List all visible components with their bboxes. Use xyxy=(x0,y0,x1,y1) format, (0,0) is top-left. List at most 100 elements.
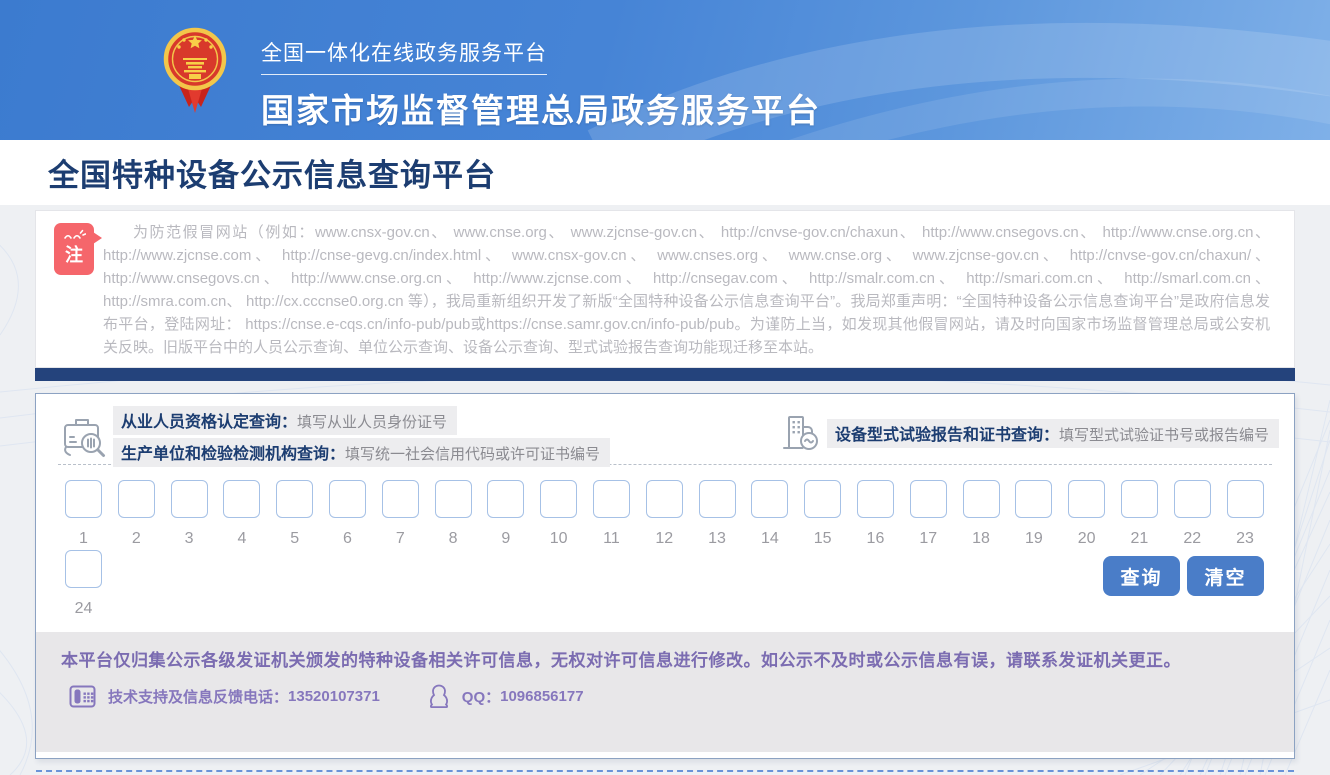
code-box-number: 14 xyxy=(761,530,779,548)
code-box-cell: 9 xyxy=(487,480,524,548)
action-buttons: 查询 清空 xyxy=(1103,556,1264,596)
attention-face-icon xyxy=(62,229,86,240)
code-input-box[interactable] xyxy=(1227,480,1264,518)
code-box-number: 13 xyxy=(708,530,726,548)
code-box-number: 7 xyxy=(396,530,405,548)
unit-query-hint: 填写统一社会信用代码或许可证书编号 xyxy=(345,446,600,463)
code-box-cell: 5 xyxy=(276,480,313,548)
code-box-number: 2 xyxy=(132,530,141,548)
unit-query-line: 生产单位和检验检测机构查询：填写统一社会信用代码或许可证书编号 xyxy=(113,438,610,467)
code-box-cell: 6 xyxy=(329,480,366,548)
code-box-cell: 11 xyxy=(593,480,630,548)
code-box-number: 6 xyxy=(343,530,352,548)
code-input-box[interactable] xyxy=(487,480,524,518)
code-box-cell: 7 xyxy=(382,480,419,548)
id-card-magnifier-icon xyxy=(62,416,108,458)
code-box-number: 24 xyxy=(75,600,93,618)
code-input-box[interactable] xyxy=(329,480,366,518)
code-input-box[interactable] xyxy=(910,480,947,518)
code-input-box[interactable] xyxy=(1121,480,1158,518)
code-box-number: 23 xyxy=(1236,530,1254,548)
contact-row: 技术支持及信息反馈电话：13520107371 QQ：1096856177 xyxy=(69,683,1249,709)
code-input-box[interactable] xyxy=(1015,480,1052,518)
qq-label: QQ： xyxy=(462,686,500,707)
code-input-box[interactable] xyxy=(171,480,208,518)
phone-icon xyxy=(69,684,96,709)
code-box-number: 22 xyxy=(1183,530,1201,548)
code-input-box[interactable] xyxy=(857,480,894,518)
code-box-cell: 15 xyxy=(804,480,841,548)
anti-counterfeit-notice: 为防范假冒网站（例如：www.cnsx-gov.cn、 www.cnse.org… xyxy=(103,221,1270,359)
phone-number: 13520107371 xyxy=(288,688,380,705)
code-box-cell: 18 xyxy=(963,480,1000,548)
site-header: 全国一体化在线政务服务平台 国家市场监督管理总局政务服务平台 xyxy=(0,0,1330,140)
code-input-box[interactable] xyxy=(699,480,736,518)
code-box-number: 10 xyxy=(550,530,568,548)
bottom-dashed-divider xyxy=(36,770,1294,772)
code-box-cell: 22 xyxy=(1174,480,1211,548)
site-title: 国家市场监督管理总局政务服务平台 xyxy=(261,84,821,132)
code-box-number: 16 xyxy=(867,530,885,548)
code-box-number: 3 xyxy=(185,530,194,548)
code-box-cell: 4 xyxy=(223,480,260,548)
code-box-cell: 17 xyxy=(910,480,947,548)
code-input-box[interactable] xyxy=(804,480,841,518)
code-box-number: 17 xyxy=(919,530,937,548)
type-test-query-label: 设备型式试验报告和证书查询： xyxy=(835,427,1059,444)
type-test-query-hint: 填写型式试验证书号或报告编号 xyxy=(1059,427,1269,444)
disclaimer-text: 本平台仅归集公示各级发证机关颁发的特种设备相关许可信息，无权对许可信息进行修改。… xyxy=(61,646,1249,676)
code-input-box[interactable] xyxy=(65,550,102,588)
code-box-number: 11 xyxy=(603,530,620,548)
code-input-box[interactable] xyxy=(1068,480,1105,518)
code-box-number: 20 xyxy=(1078,530,1096,548)
qq-penguin-icon xyxy=(428,683,450,709)
code-box-cell: 1 xyxy=(65,480,102,548)
code-box-cell: 23 xyxy=(1227,480,1264,548)
note-badge-label: 注 xyxy=(54,245,94,265)
qq-number: 1096856177 xyxy=(500,688,583,705)
code-box-cell: 10 xyxy=(540,480,577,548)
query-info-row: 从业人员资格认定查询：填写从业人员身份证号 生产单位和检验检测机构查询：填写统一… xyxy=(36,394,1294,458)
personnel-query-label: 从业人员资格认定查询： xyxy=(121,414,297,431)
code-input-box[interactable] xyxy=(963,480,1000,518)
code-box-cell: 12 xyxy=(646,480,683,548)
code-input-box[interactable] xyxy=(751,480,788,518)
code-box-number: 21 xyxy=(1131,530,1149,548)
code-box-cell: 21 xyxy=(1121,480,1158,548)
type-test-query-line: 设备型式试验报告和证书查询：填写型式试验证书号或报告编号 xyxy=(827,419,1279,448)
code-box-number: 15 xyxy=(814,530,832,548)
code-box-cell: 13 xyxy=(699,480,736,548)
phone-label: 技术支持及信息反馈电话： xyxy=(108,686,288,707)
page-title: 全国特种设备公示信息查询平台 xyxy=(48,150,496,195)
navy-accent-bar xyxy=(35,368,1295,381)
query-button[interactable]: 查询 xyxy=(1103,556,1180,596)
code-box-number: 12 xyxy=(655,530,673,548)
code-box-cell: 8 xyxy=(435,480,472,548)
code-input-box[interactable] xyxy=(382,480,419,518)
code-input-box[interactable] xyxy=(593,480,630,518)
code-input-box[interactable] xyxy=(435,480,472,518)
info-footer-area: 本平台仅归集公示各级发证机关颁发的特种设备相关许可信息，无权对许可信息进行修改。… xyxy=(36,632,1294,752)
code-box-number: 4 xyxy=(237,530,246,548)
code-input-box[interactable] xyxy=(276,480,313,518)
unit-query-label: 生产单位和检验检测机构查询： xyxy=(121,446,345,463)
code-input-cells: 123456789101112131415161718192021222324 xyxy=(65,480,1281,618)
qq-contact: QQ：1096856177 xyxy=(428,683,584,709)
code-box-cell: 14 xyxy=(751,480,788,548)
personnel-query-line: 从业人员资格认定查询：填写从业人员身份证号 xyxy=(113,406,457,435)
code-input-box[interactable] xyxy=(118,480,155,518)
code-input-box[interactable] xyxy=(1174,480,1211,518)
code-input-box[interactable] xyxy=(540,480,577,518)
clear-button[interactable]: 清空 xyxy=(1187,556,1264,596)
personnel-query-hint: 填写从业人员身份证号 xyxy=(297,414,447,431)
code-box-cell: 3 xyxy=(171,480,208,548)
query-panel: 从业人员资格认定查询：填写从业人员身份证号 生产单位和检验检测机构查询：填写统一… xyxy=(35,393,1295,759)
code-box-number: 19 xyxy=(1025,530,1043,548)
national-emblem-icon xyxy=(163,25,227,115)
code-box-number: 5 xyxy=(290,530,299,548)
phone-contact: 技术支持及信息反馈电话：13520107371 xyxy=(69,684,380,709)
code-input-box[interactable] xyxy=(646,480,683,518)
code-input-box[interactable] xyxy=(65,480,102,518)
portal-label: 全国一体化在线政务服务平台 xyxy=(261,37,547,75)
code-input-box[interactable] xyxy=(223,480,260,518)
